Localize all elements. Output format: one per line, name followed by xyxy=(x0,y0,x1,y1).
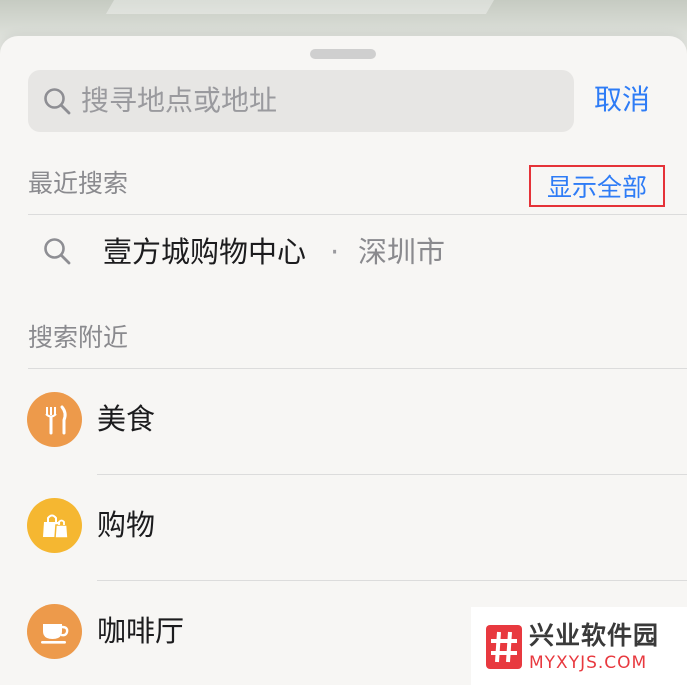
recent-place-city: 深圳市 xyxy=(358,235,446,269)
sheet-grabber-handle[interactable] xyxy=(310,49,376,59)
category-label: 购物 xyxy=(97,508,156,542)
show-all-button[interactable]: 显示全部 xyxy=(529,165,665,207)
recent-search-item[interactable]: 壹方城购物中心 · 深圳市 xyxy=(0,216,687,286)
search-input[interactable]: 搜寻地点或地址 xyxy=(28,70,574,132)
separator-dot: · xyxy=(330,235,340,269)
cancel-button[interactable]: 取消 xyxy=(594,82,650,118)
search-icon xyxy=(44,88,71,115)
search-placeholder: 搜寻地点或地址 xyxy=(81,84,278,117)
recent-place-name: 壹方城购物中心 xyxy=(103,235,307,269)
watermark: 兴业软件园 MYXYJS.COM xyxy=(471,607,687,685)
nearby-header: 搜索附近 xyxy=(28,323,129,352)
watermark-url: MYXYJS.COM xyxy=(529,653,648,673)
category-label: 咖啡厅 xyxy=(97,614,185,648)
show-all-label: 显示全部 xyxy=(546,173,647,202)
category-label: 美食 xyxy=(97,402,156,436)
fork-knife-icon xyxy=(27,392,82,447)
map-road xyxy=(105,0,495,14)
watermark-logo-icon xyxy=(486,625,522,669)
watermark-title: 兴业软件园 xyxy=(529,621,660,650)
recent-searches-header: 最近搜索 xyxy=(28,169,129,198)
category-item-food[interactable]: 美食 xyxy=(0,369,687,474)
search-icon xyxy=(44,238,71,265)
coffee-cup-icon xyxy=(27,604,82,659)
search-sheet: 搜寻地点或地址 取消 最近搜索 显示全部 壹方城购物中心 · 深圳市 搜索附近 xyxy=(0,36,687,685)
divider xyxy=(28,214,687,215)
category-item-shopping[interactable]: 购物 xyxy=(0,475,687,580)
shopping-bag-icon xyxy=(27,498,82,553)
